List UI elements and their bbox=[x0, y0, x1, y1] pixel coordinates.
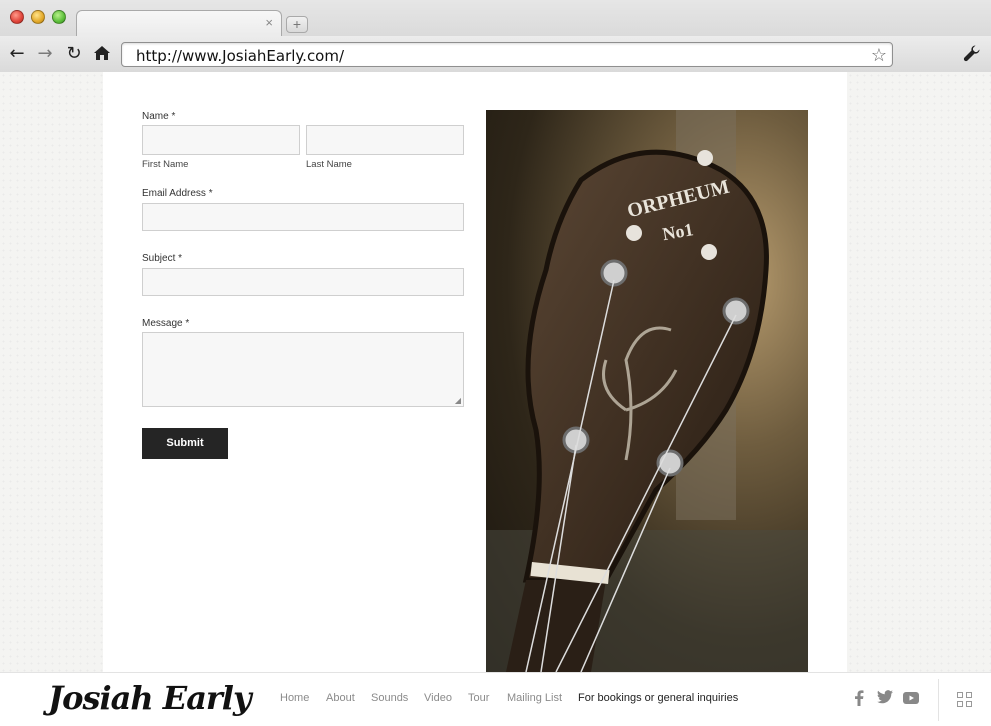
nav-home[interactable]: Home bbox=[280, 692, 309, 704]
forward-arrow-icon[interactable]: → bbox=[35, 44, 55, 64]
subject-input[interactable] bbox=[142, 268, 464, 296]
minimize-window-button[interactable] bbox=[31, 10, 45, 24]
site-footer: Josiah Early Home About Sounds Video Tou… bbox=[0, 672, 991, 726]
subject-label: Subject * bbox=[142, 253, 183, 264]
footer-divider bbox=[938, 679, 939, 721]
last-name-input[interactable] bbox=[306, 125, 464, 155]
page-viewport: Name * First Name Last Name Email Addres… bbox=[0, 72, 991, 726]
nav-bookings[interactable]: For bookings or general inquiries bbox=[578, 692, 738, 704]
name-label: Name * bbox=[142, 111, 176, 122]
grid-icon[interactable] bbox=[957, 692, 973, 708]
first-name-label: First Name bbox=[142, 159, 189, 170]
site-logo[interactable]: Josiah Early bbox=[48, 679, 252, 717]
email-label: Email Address * bbox=[142, 188, 213, 199]
nav-about[interactable]: About bbox=[326, 692, 355, 704]
message-label: Message * bbox=[142, 318, 190, 329]
nav-video[interactable]: Video bbox=[424, 692, 452, 704]
back-arrow-icon[interactable]: ← bbox=[7, 44, 27, 64]
browser-toolbar: ← → ↻ http://www.JosiahEarly.com/ ☆ bbox=[0, 36, 991, 72]
nav-tour[interactable]: Tour bbox=[468, 692, 489, 704]
banjo-headstock-illustration: ORPHEUM No1 bbox=[486, 110, 808, 672]
browser-chrome: × + ← → ↻ http://www.JosiahEarly.com/ ☆ bbox=[0, 0, 991, 72]
nav-mailing-list[interactable]: Mailing List bbox=[507, 692, 562, 704]
reload-icon[interactable]: ↻ bbox=[64, 44, 84, 64]
zoom-window-button[interactable] bbox=[52, 10, 66, 24]
email-input[interactable] bbox=[142, 203, 464, 231]
banjo-photo: ORPHEUM No1 bbox=[486, 110, 808, 672]
submit-button[interactable]: Submit bbox=[142, 428, 228, 459]
first-name-input[interactable] bbox=[142, 125, 300, 155]
twitter-icon[interactable] bbox=[876, 690, 894, 708]
last-name-label: Last Name bbox=[306, 159, 352, 170]
resize-handle-icon[interactable]: ◢ bbox=[455, 396, 461, 405]
close-tab-icon[interactable]: × bbox=[265, 16, 273, 30]
address-bar[interactable]: http://www.JosiahEarly.com/ ☆ bbox=[121, 42, 893, 67]
facebook-icon[interactable] bbox=[850, 690, 868, 710]
youtube-icon[interactable] bbox=[902, 690, 920, 708]
message-textarea[interactable]: ◢ bbox=[142, 332, 464, 407]
browser-tab[interactable]: × bbox=[76, 10, 282, 37]
url-text: http://www.JosiahEarly.com/ bbox=[136, 47, 345, 65]
new-tab-button[interactable]: + bbox=[286, 16, 308, 33]
bookmark-star-icon[interactable]: ☆ bbox=[871, 44, 887, 66]
wrench-icon[interactable] bbox=[962, 44, 982, 64]
home-icon[interactable] bbox=[92, 44, 112, 64]
nav-sounds[interactable]: Sounds bbox=[371, 692, 408, 704]
close-window-button[interactable] bbox=[10, 10, 24, 24]
